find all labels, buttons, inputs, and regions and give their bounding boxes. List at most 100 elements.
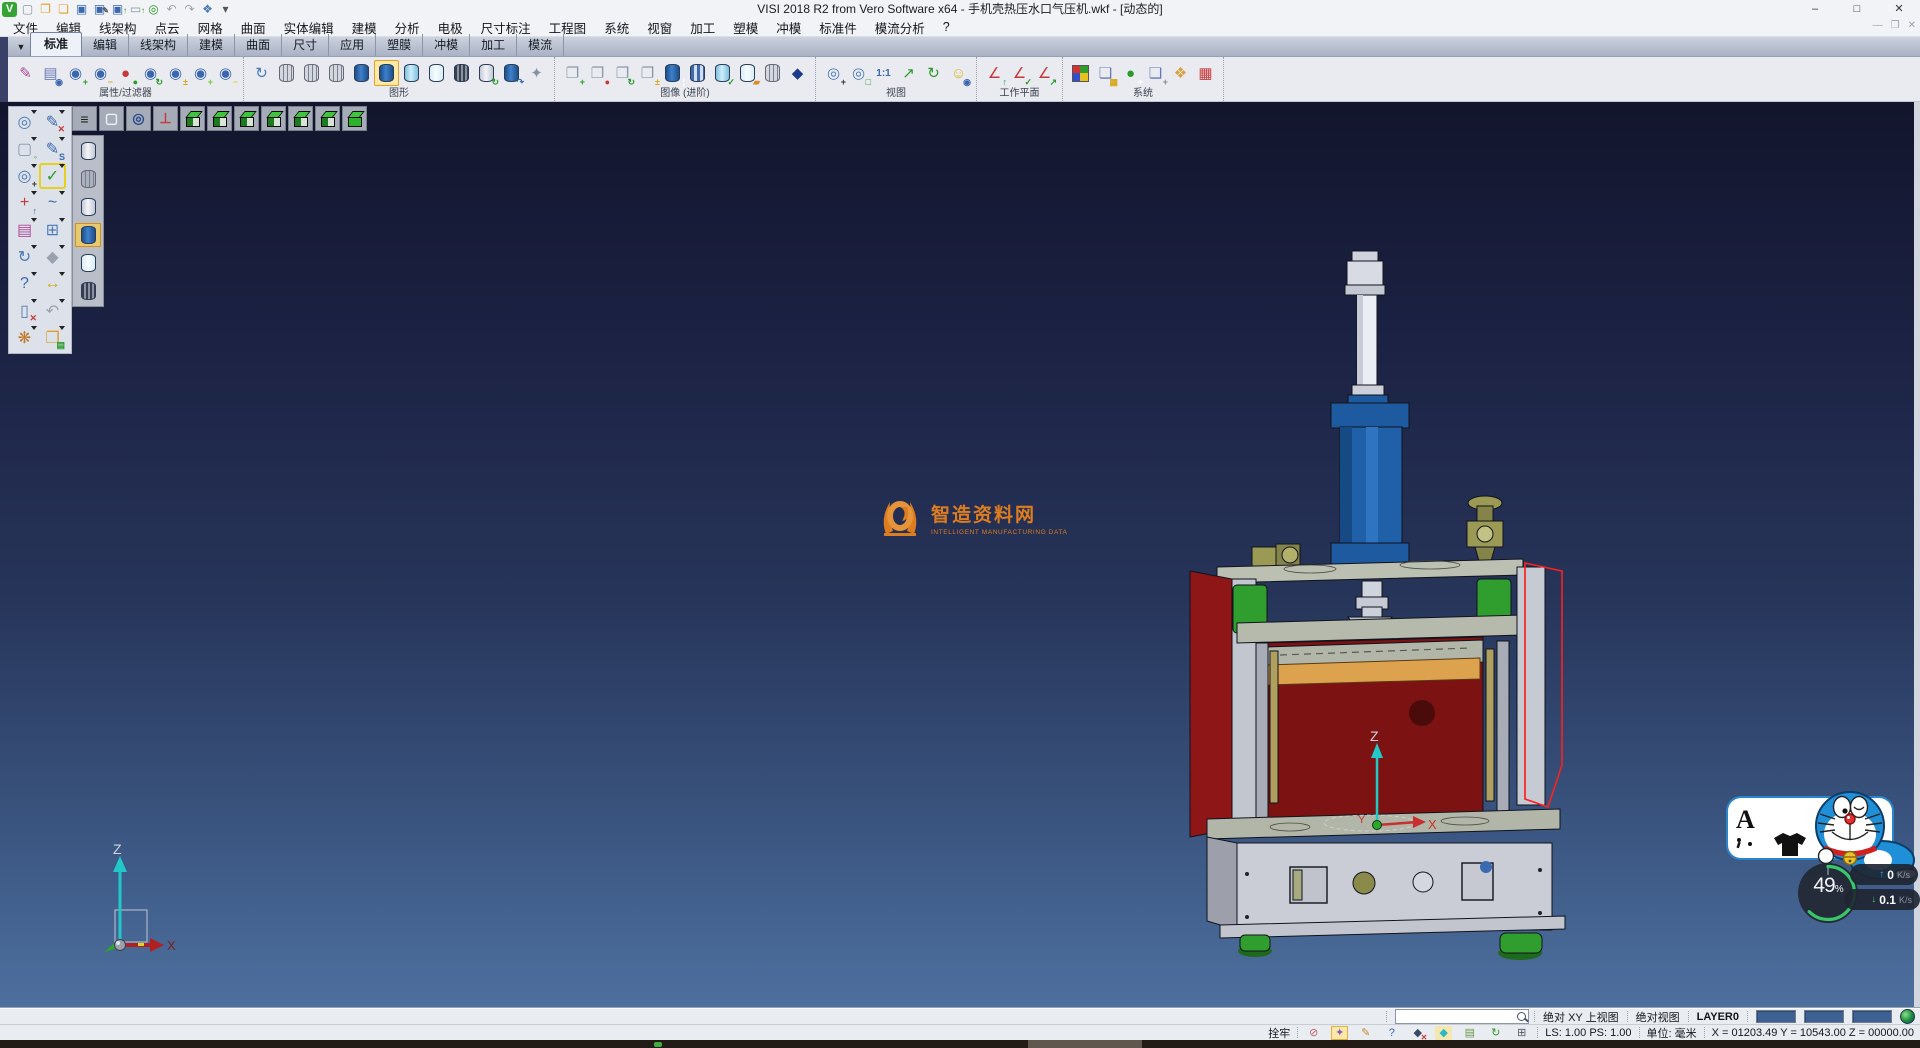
taskbar[interactable] [0, 1040, 1920, 1048]
tab-edit[interactable]: 编辑 [82, 34, 129, 56]
minimize-button[interactable]: – [1794, 0, 1836, 18]
refresh-visibility-icon[interactable]: ◉ ↻ [138, 60, 163, 86]
redo-icon[interactable]: ↷ [181, 1, 198, 17]
menu-item[interactable]: 视窗 [638, 17, 681, 38]
attribute-paint-icon[interactable]: ▤ [11, 217, 38, 243]
strip-render-hidden-icon[interactable] [75, 195, 101, 219]
zoom-dynamic-icon[interactable]: ◎ [11, 109, 38, 135]
mesh-mode-icon[interactable] [449, 60, 474, 86]
delete-trash-icon[interactable]: ▯ ✕ [11, 298, 38, 324]
plot-icon[interactable]: ❖ [199, 1, 216, 17]
view-cube-iso1-icon[interactable] [261, 106, 286, 131]
tab-mold[interactable]: 塑膜 [376, 34, 423, 56]
undo-icon[interactable]: ↶ [163, 1, 180, 17]
hidden-line-mode-icon[interactable] [299, 60, 324, 86]
toggle-visibility-icon[interactable]: ◉ ± [163, 60, 188, 86]
menu-item[interactable]: 冲模 [767, 17, 810, 38]
selection-filter-icon[interactable]: ● ● [113, 60, 138, 86]
strip-render-ghost-icon[interactable] [75, 251, 101, 275]
desktop-widget[interactable]: A [1722, 786, 1920, 932]
transparent-mode-icon[interactable] [399, 60, 424, 86]
print-preview-icon[interactable]: ◎ [145, 1, 162, 17]
view-cube-right-icon[interactable] [234, 106, 259, 131]
save-icon[interactable]: ▣ [73, 1, 90, 17]
shaded-edges-mode-icon[interactable] [374, 60, 399, 86]
adv-toggle-icon[interactable]: ❐ ± [635, 60, 660, 86]
mdi-restore-button[interactable]: ❐ [1891, 20, 1900, 31]
pan-view-icon[interactable]: ↗ [896, 60, 921, 86]
search-input[interactable] [1395, 1009, 1529, 1024]
mdi-close-button[interactable]: ✕ [1908, 20, 1916, 31]
lock-label[interactable]: 拴牢 [1268, 1025, 1290, 1041]
grid-snap-icon[interactable]: ⊞ [1513, 1026, 1530, 1040]
globe-icon[interactable] [1900, 1009, 1915, 1024]
view-cube-iso3-icon[interactable] [315, 106, 340, 131]
menu-item[interactable]: 系统 [595, 17, 638, 38]
strip-render-white-icon[interactable] [75, 139, 101, 163]
copy-render-icon[interactable]: ↷ [499, 60, 524, 86]
menu-item[interactable]: ? [934, 19, 959, 35]
modify-attributes-icon[interactable]: ✎ [13, 60, 38, 86]
graphics-viewport[interactable] [0, 102, 1914, 1008]
shaded-mode-icon[interactable] [349, 60, 374, 86]
view-cube-top-icon[interactable] [180, 106, 205, 131]
tab-modeling[interactable]: 建模 [188, 34, 235, 56]
measure-icon[interactable]: ↔ [39, 271, 66, 297]
color-table-icon[interactable] [1068, 60, 1093, 86]
workplane-view-icon[interactable]: ∠ ↗ [1032, 60, 1057, 86]
tab-die[interactable]: 冲模 [423, 34, 470, 56]
keyboard-map-icon[interactable]: ▦ [1193, 60, 1218, 86]
zoom-plus-icon[interactable]: ◎ + [11, 163, 38, 189]
render-settings-icon[interactable]: ✦ [524, 60, 549, 86]
sketch-icon[interactable]: ✎ S [39, 136, 66, 162]
maximize-button[interactable]: □ [1836, 0, 1878, 18]
mdi-minimize-button[interactable]: — [1873, 20, 1883, 31]
stamp-icon[interactable]: ✎ [1357, 1026, 1374, 1040]
new-file-icon[interactable]: ▢ [19, 1, 36, 17]
triad-view-icon[interactable]: ⊥ [153, 106, 178, 131]
rotate-view-icon[interactable]: ↻ [921, 60, 946, 86]
wireframe-mode-icon[interactable] [274, 60, 299, 86]
shade-cube-icon[interactable]: ◆ [39, 244, 66, 270]
zoom-window-icon[interactable]: ◎ □ [846, 60, 871, 86]
strip-render-shaded-icon[interactable] [75, 223, 101, 247]
fit-view-icon[interactable]: ▢ [99, 106, 124, 131]
zoom-actual-icon[interactable]: 1:1 [871, 60, 896, 86]
snap-point-icon[interactable]: ◆ ✕ [1409, 1026, 1426, 1040]
navigate-wheel-icon[interactable]: ❋ [11, 325, 38, 351]
erase-entity-icon[interactable]: ✎ ✕ [39, 109, 66, 135]
machine-model[interactable]: Z X Y [1180, 245, 1580, 965]
adv-wireframe-icon[interactable] [760, 60, 785, 86]
dynamic-view-icon[interactable]: ☺ ◉ [946, 60, 971, 86]
save-all-icon[interactable]: ▣ ↑ [109, 1, 126, 17]
workplane-entity-icon[interactable]: ∠ ✓ [1007, 60, 1032, 86]
zoom-extents-icon[interactable]: ▢ ◦ [11, 136, 38, 162]
hide-all-icon[interactable]: ◉ − [213, 60, 238, 86]
print-icon[interactable]: ▭ ↑ [127, 1, 144, 17]
view-cube-shaded-icon[interactable] [342, 106, 367, 131]
help-icon[interactable]: ? [11, 271, 38, 297]
layer-stack-icon[interactable]: ▤ [1461, 1026, 1478, 1040]
view-menu-icon[interactable]: ≡ [72, 106, 97, 131]
menu-item[interactable]: 加工 [681, 17, 724, 38]
view-cube-front-icon[interactable] [207, 106, 232, 131]
tab-wireframe[interactable]: 线架构 [129, 34, 188, 56]
open-project-icon[interactable]: ❐ ▤ [39, 325, 66, 351]
flagged-view-icon[interactable]: ▰ [735, 60, 760, 86]
dynamic-origin-icon[interactable]: + ↑ [11, 190, 38, 216]
strip-render-mesh-icon[interactable] [75, 279, 101, 303]
toolbar-options-icon[interactable]: ▾ [217, 1, 234, 17]
hide-entities-icon[interactable]: ◉ − [88, 60, 113, 86]
tab-flow[interactable]: 模流 [517, 34, 564, 56]
view-cube-iso2-icon[interactable] [288, 106, 313, 131]
tab-application[interactable]: 应用 [329, 34, 376, 56]
menu-item[interactable]: 塑模 [724, 17, 767, 38]
layer-manager-icon[interactable]: ❏ ▦ [1093, 60, 1118, 86]
striped-view-icon[interactable] [685, 60, 710, 86]
ghost-mode-icon[interactable] [424, 60, 449, 86]
workplane-world-icon[interactable]: ∠ ↑ [982, 60, 1007, 86]
close-button[interactable]: ✕ [1878, 0, 1920, 18]
open-file-icon[interactable]: ❐ [37, 1, 54, 17]
strip-render-wire-icon[interactable] [75, 167, 101, 191]
solid-cube-icon[interactable]: ◆ [785, 60, 810, 86]
